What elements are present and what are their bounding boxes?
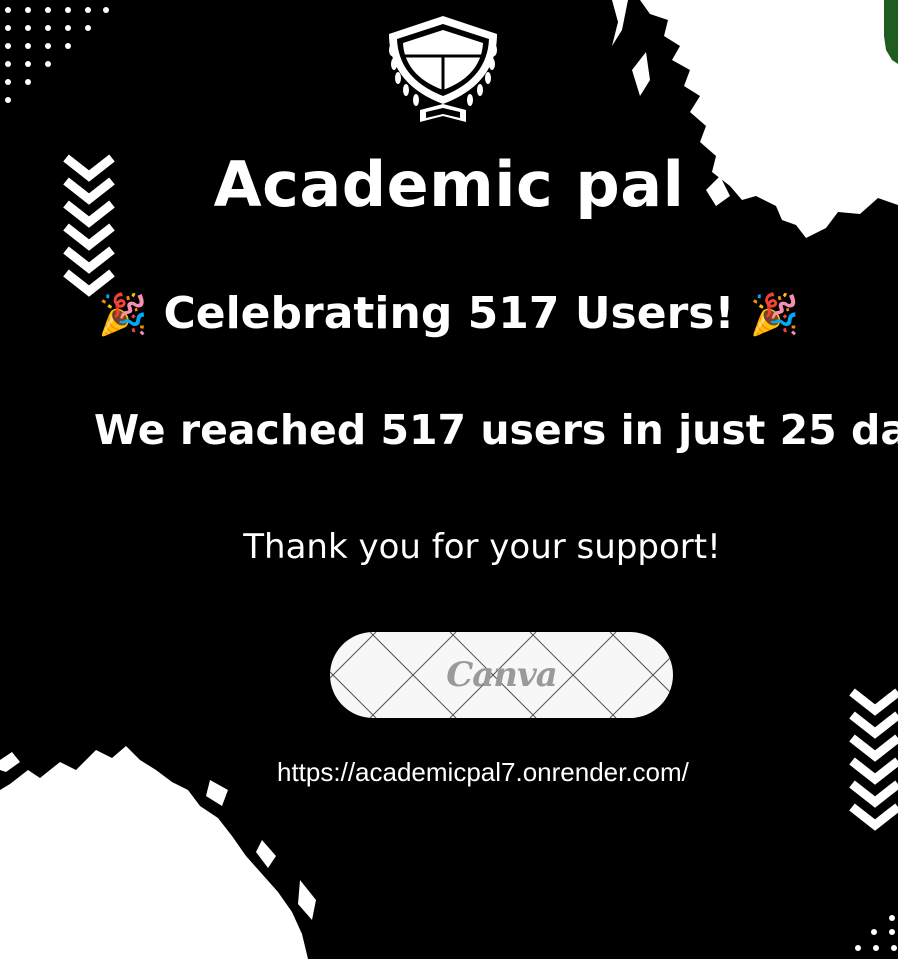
party-popper-icon: 🎉 xyxy=(98,292,149,338)
celebration-heading: 🎉 Celebrating 517 Users! 🎉 xyxy=(0,288,898,339)
poster: Academic pal 🎉 Celebrating 517 Users! 🎉 … xyxy=(0,0,898,959)
thanks-message: Thank you for your support! xyxy=(243,527,721,567)
dot-grid-top-left xyxy=(5,7,109,103)
brush-stroke-decoration xyxy=(0,0,898,959)
app-title: Academic pal xyxy=(213,148,685,221)
canva-badge: Canva xyxy=(330,632,673,718)
dot-grid-bottom-right xyxy=(855,915,897,951)
milestone-headline: We reached 517 users in just 25 days xyxy=(94,406,898,454)
celebration-text: Celebrating 517 Users! xyxy=(163,288,735,339)
shield-laurel-logo-icon xyxy=(389,16,497,122)
party-popper-icon: 🎉 xyxy=(749,292,800,338)
website-url: https://academicpal7.onrender.com/ xyxy=(277,757,689,787)
canva-badge-label: Canva xyxy=(446,655,558,695)
chevron-stack-icon xyxy=(849,688,898,831)
